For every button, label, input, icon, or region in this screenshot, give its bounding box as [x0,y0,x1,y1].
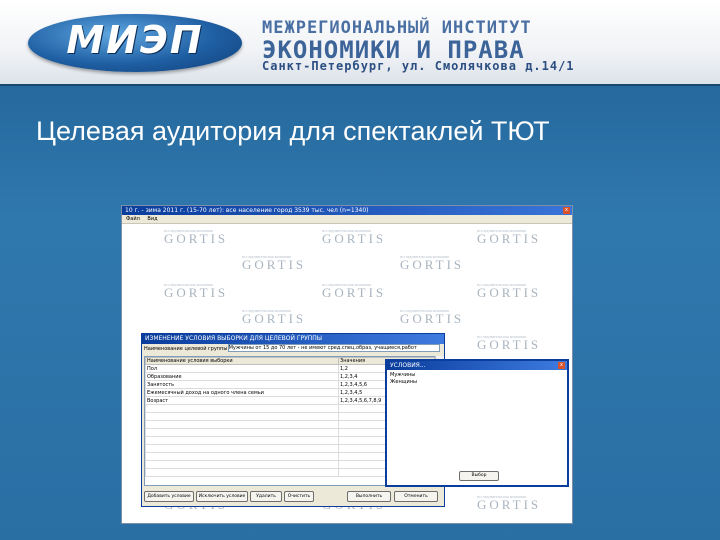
dialog-title: ИЗМЕНЕНИЕ УСЛОВИЯ ВЫБОРКИ ДЛЯ ЦЕЛЕВОЙ ГР… [142,334,444,344]
menu-item-file[interactable]: Файл [126,216,140,222]
list-item[interactable]: Женщины [390,379,564,386]
dialog-button-bar: Добавить условие Исключить условие Удали… [142,491,444,503]
watermark: исследовательская компанияGORTIS [477,228,542,246]
app-menubar: Файл Вид [122,215,572,224]
condition-cell: Занятость [145,380,339,389]
app-titlebar: 10 г. - зима 2011 г. (15-70 лет): все на… [122,206,572,215]
watermark: исследовательская компанияGORTIS [322,282,387,300]
slide-title: Целевая аудитория для спектаклей ТЮТ [36,116,550,146]
header-banner: МИЭП МЕЖРЕГИОНАЛЬНЫЙ ИНСТИТУТ ЭКОНОМИКИ … [0,0,720,86]
add-condition-button[interactable]: Добавить условие [144,491,194,502]
condition-cell: Возраст [145,396,339,405]
column-header-condition: Наименование условия выборки [145,357,339,365]
conditions-title-text: УСЛОВИЯ... [390,362,426,369]
target-group-name-input[interactable]: Мужчины от 15 до 70 лет - не имеют сред.… [227,344,440,352]
condition-cell: Ежемесячный доход на одного члена семьи [145,388,339,397]
watermark: исследовательская компанияGORTIS [400,254,465,272]
menu-item-view[interactable]: Вид [147,216,157,222]
watermark: исследовательская компанияGORTIS [242,254,307,272]
conditions-window: УСЛОВИЯ... x Мужчины Женщины Выбор [385,359,569,487]
condition-cell: Образование [145,372,339,381]
list-item[interactable]: Мужчины [390,372,564,379]
delete-button[interactable]: Удалить [250,491,282,502]
watermark: исследовательская компанияGORTIS [400,308,465,326]
target-group-name-label: Наименование целевой группы [144,344,228,353]
institute-name-line1: МЕЖРЕГИОНАЛЬНЫЙ ИНСТИТУТ [262,18,532,38]
select-button[interactable]: Выбор [459,471,499,481]
logo: МИЭП [66,18,204,62]
app-title: 10 г. - зима 2011 г. (15-70 лет): все на… [125,207,369,214]
condition-cell: Пол [145,364,339,373]
watermark: исследовательская компанияGORTIS [477,494,542,512]
watermark: исследовательская компанияGORTIS [242,308,307,326]
close-icon[interactable]: x [558,362,565,369]
conditions-list: Мужчины Женщины [387,370,567,388]
clear-button[interactable]: Очистить [284,491,314,502]
institute-address: Санкт-Петербург, ул. Смолячкова д.14/1 [262,59,575,73]
cancel-button[interactable]: Отменить [394,491,438,502]
watermark: исследовательская компанияGORTIS [322,228,387,246]
watermark: исследовательская компанияGORTIS [164,282,229,300]
watermark: исследовательская компанияGORTIS [477,334,542,352]
watermark: исследовательская компанияGORTIS [477,282,542,300]
watermark: исследовательская компанияGORTIS [164,228,229,246]
close-icon[interactable]: x [563,207,570,214]
target-group-name-row: Наименование целевой группы Мужчины от 1… [142,344,444,353]
conditions-title: УСЛОВИЯ... x [387,361,567,370]
exclude-condition-button[interactable]: Исключить условие [196,491,248,502]
execute-button[interactable]: Выполнить [347,491,391,502]
